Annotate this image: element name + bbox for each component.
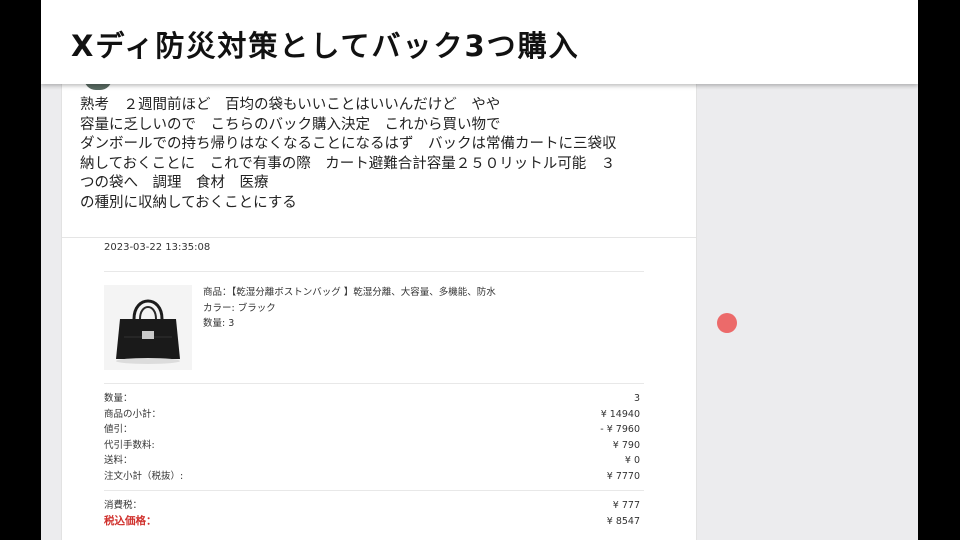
summary-label: 商品の小計： [104, 408, 162, 420]
summary-label: 注文小計（税抜）: [104, 470, 184, 482]
total-row: 税込価格： ¥ 8547 [104, 514, 640, 530]
product-image [104, 285, 192, 370]
order-summary: 数量： 3 商品の小計： ¥ 14940 値引： - ¥ 7960 代引手数料:… [104, 391, 640, 484]
summary-label: 代引手数料: [104, 439, 155, 451]
video-frame: Xディ防災対策としてバック3つ購入 熟考 ２週間前ほど 百均の袋もいいことはいい… [41, 0, 918, 540]
summary-row: 値引： - ¥ 7960 [104, 422, 640, 438]
order-totals: 消費税： ¥ 777 税込価格： ¥ 8547 [104, 498, 640, 529]
summary-row: 送料： ¥ 0 [104, 453, 640, 469]
summary-row: 数量： 3 [104, 391, 640, 407]
summary-value: - ¥ 7960 [600, 424, 640, 435]
summary-row: 商品の小計： ¥ 14940 [104, 407, 640, 423]
summary-value: ¥ 0 [624, 455, 640, 466]
divider [104, 271, 644, 272]
product-quantity: 数量: 3 [203, 318, 235, 329]
page-title: Xディ防災対策としてバック3つ購入 [71, 29, 580, 63]
summary-label: 送料： [104, 455, 133, 466]
product-info: 商品：【乾湿分離ボストンバッグ 】乾湿分離、大容量、多機能、防水 カラー: ブラ… [203, 285, 496, 332]
product-name: 商品：【乾湿分離ボストンバッグ 】乾湿分離、大容量、多機能、防水 [203, 287, 496, 298]
divider [62, 237, 696, 238]
divider [104, 383, 644, 384]
post-body-text: 熟考 ２週間前ほど 百均の袋もいいことはいいんだけど やや 容量に乏しいので こ… [80, 97, 617, 211]
total-label: 税込価格： [104, 514, 157, 527]
summary-label: 数量： [104, 393, 133, 404]
title-banner: Xディ防災対策としてバック3つ購入 [41, 0, 918, 84]
post-card: 熟考 ２週間前ほど 百均の袋もいいことはいいんだけど やや 容量に乏しいので こ… [61, 78, 697, 540]
order-timestamp: 2023-03-22 13:35:08 [104, 242, 211, 253]
summary-value: ¥ 14940 [600, 408, 640, 420]
divider [104, 490, 644, 491]
product-color: カラー: ブラック [203, 302, 276, 314]
total-value: ¥ 8547 [606, 515, 640, 527]
summary-row: 代引手数料: ¥ 790 [104, 438, 640, 454]
tax-value: ¥ 777 [612, 500, 640, 511]
summary-row: 注文小計（税抜）: ¥ 7770 [104, 469, 640, 485]
tax-label: 消費税： [104, 500, 143, 511]
record-indicator-icon [717, 313, 737, 333]
summary-value: ¥ 790 [612, 439, 640, 451]
tax-row: 消費税： ¥ 777 [104, 498, 640, 514]
summary-label: 値引： [104, 424, 133, 435]
bag-icon [104, 285, 192, 370]
summary-value: 3 [633, 393, 640, 404]
summary-value: ¥ 7770 [606, 470, 640, 482]
